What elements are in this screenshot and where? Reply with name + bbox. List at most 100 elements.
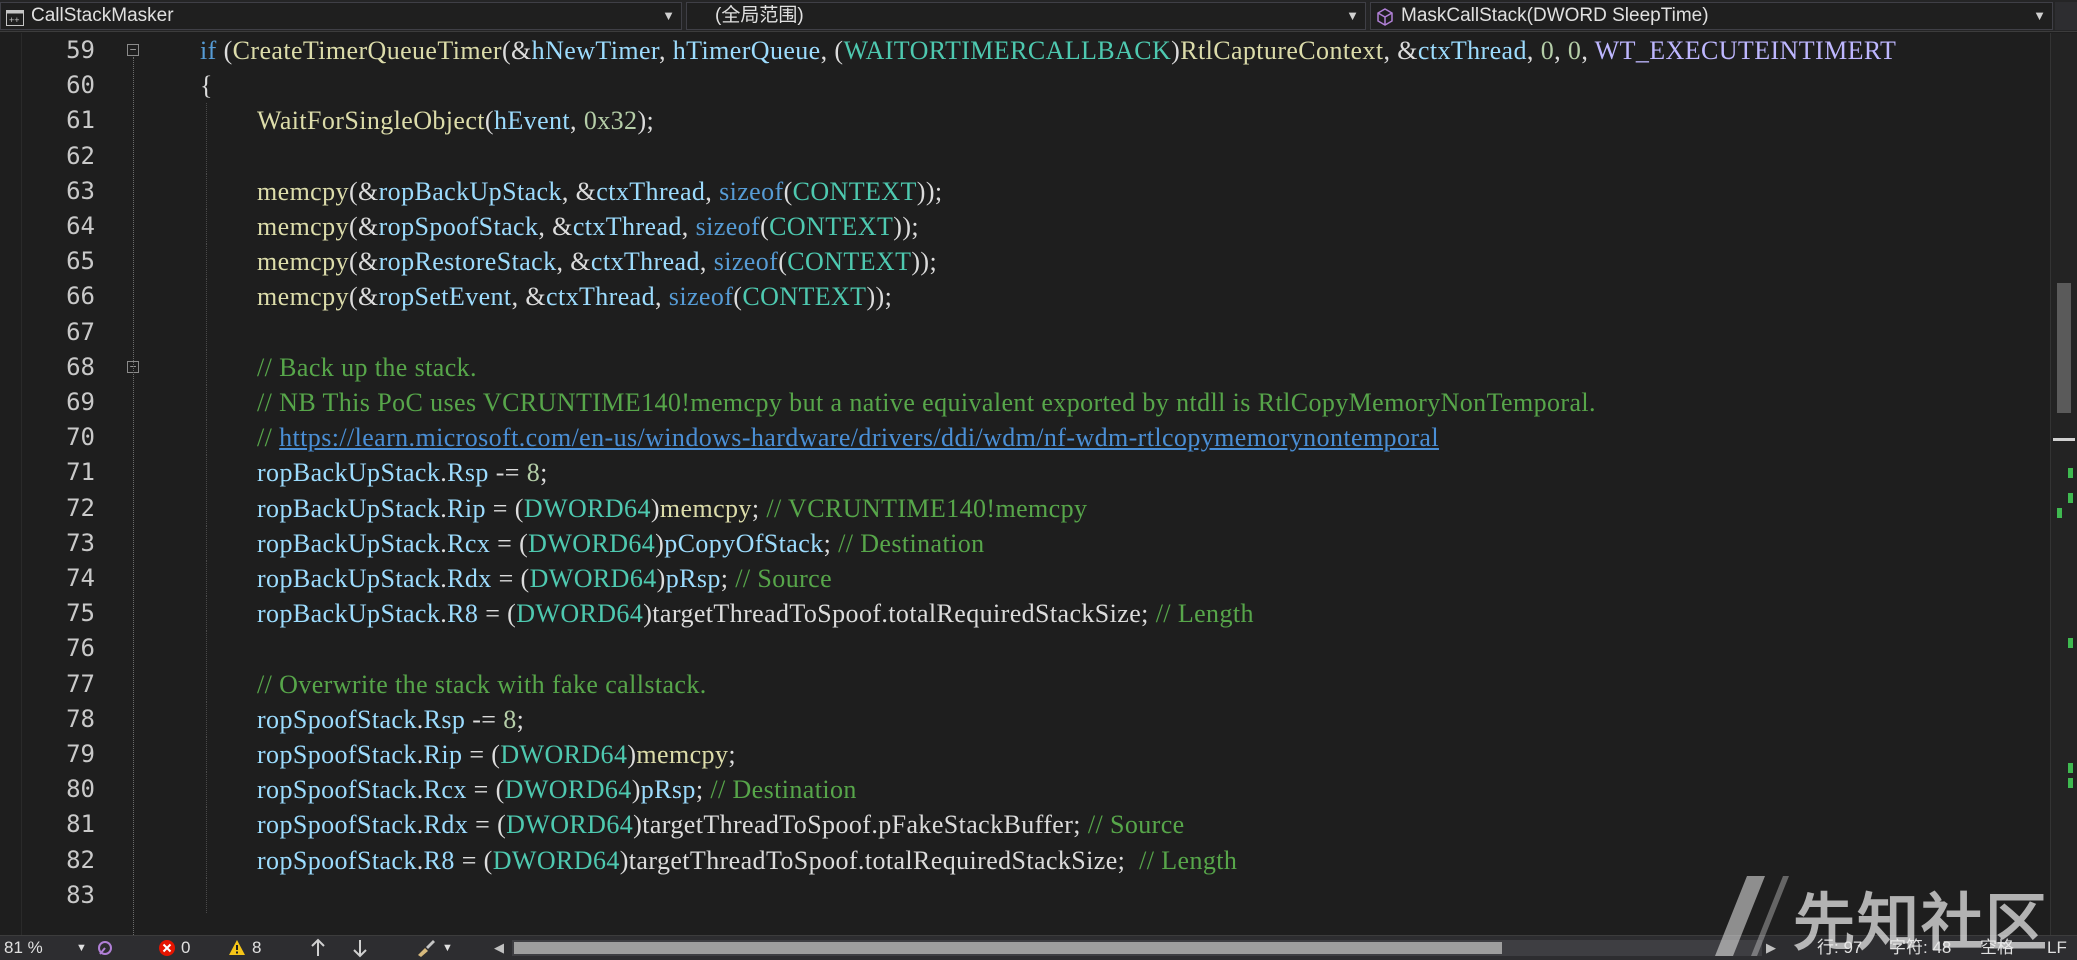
code-line[interactable]: 78 ropSpoofStack.Rsp -= 8;: [0, 701, 2050, 737]
line-number: 82: [66, 845, 95, 874]
indent-guide: [206, 103, 207, 139]
whitespace-indicator[interactable]: 空格: [1980, 936, 2014, 960]
line-number: 73: [66, 528, 95, 557]
chevron-down-icon: ▼: [662, 8, 675, 23]
chevron-down-icon[interactable]: ▼: [442, 936, 453, 960]
code-text: ropBackUpStack.Rip = (DWORD64)memcpy; //…: [257, 491, 1087, 526]
line-indicator[interactable]: 行: 97: [1817, 936, 1862, 960]
code-token: WAITORTIMERCALLBACK: [843, 36, 1172, 65]
code-text: memcpy(&ropSetEvent, &ctxThread, sizeof(…: [257, 279, 892, 314]
line-number: 68: [66, 352, 95, 381]
code-line[interactable]: 69 // NB This PoC uses VCRUNTIME140!memcp…: [0, 385, 2050, 420]
eol-indicator[interactable]: LF: [2047, 936, 2067, 960]
code-token: CONTEXT: [742, 282, 867, 312]
zoom-level[interactable]: 81 %: [4, 936, 43, 960]
code-line[interactable]: 64 memcpy(&ropSpoofStack, &ctxThread, siz…: [0, 209, 2050, 244]
code-line[interactable]: 79 ropSpoofStack.Rip = (DWORD64)memcpy;: [0, 737, 2050, 772]
error-count[interactable]: 0: [181, 936, 190, 960]
split-button[interactable]: [2055, 2, 2077, 30]
svg-text:++: ++: [9, 15, 20, 25]
brush-icon[interactable]: [415, 936, 437, 960]
arrow-down-icon[interactable]: [352, 936, 368, 960]
line-number: 62: [66, 141, 95, 170]
code-line[interactable]: 61 WaitForSingleObject(hEvent, 0x32);: [0, 103, 2050, 139]
code-token: )targetThreadToSpoof.totalRequiredStackS…: [619, 845, 1140, 875]
code-token: .: [416, 775, 424, 805]
chevron-left-icon[interactable]: ◀: [494, 936, 504, 960]
code-token: sizeof: [695, 212, 761, 241]
indent-guide: [206, 209, 207, 244]
line-number: 74: [66, 564, 95, 592]
code-token: sizeof: [719, 176, 784, 206]
code-text: // NB This PoC uses VCRUNTIME140!memcpy …: [257, 385, 1596, 420]
chevron-right-icon[interactable]: ▶: [1766, 936, 1776, 960]
code-token: DWORD64: [506, 810, 634, 840]
intellicode-icon[interactable]: [95, 936, 115, 960]
code-line[interactable]: 67: [0, 314, 2050, 350]
chevron-down-icon[interactable]: ▼: [76, 936, 87, 960]
code-line[interactable]: 72 ropBackUpStack.Rip = (DWORD64)memcpy; …: [0, 490, 2050, 526]
code-text: WaitForSingleObject(hEvent, 0x32);: [257, 103, 654, 138]
code-line[interactable]: 77 // Overwrite the stack with fake calls…: [0, 666, 2050, 702]
indent-guide: [206, 349, 207, 385]
code-token: ;: [720, 564, 736, 593]
indent-guide: [206, 490, 207, 526]
code-line[interactable]: 75 ropBackUpStack.R8 = (DWORD64)targetThr…: [0, 596, 2050, 632]
warning-icon[interactable]: [228, 936, 246, 960]
code-line[interactable]: 63 memcpy(&ropBackUpStack, &ctxThread, si…: [0, 173, 2050, 209]
code-token: );: [637, 106, 655, 136]
code-line[interactable]: 70 // https://learn.microsoft.com/en-us/w…: [0, 420, 2050, 456]
line-number: 78: [66, 704, 95, 733]
project-name: CallStackMasker: [31, 5, 174, 26]
code-line[interactable]: 83: [0, 877, 2050, 913]
warning-count[interactable]: 8: [252, 936, 261, 960]
code-text: ropBackUpStack.Rsp -= 8;: [257, 455, 548, 490]
code-text: memcpy(&ropRestoreStack, &ctxThread, siz…: [257, 244, 937, 279]
indent-guide: [206, 807, 207, 843]
error-icon[interactable]: [158, 936, 176, 960]
code-token: // Source: [1087, 810, 1185, 840]
vertical-scrollbar[interactable]: [2050, 33, 2077, 935]
collapse-icon[interactable]: −: [127, 44, 139, 56]
scrollbar-thumb[interactable]: [514, 942, 1502, 954]
horizontal-scrollbar[interactable]: [512, 940, 1762, 956]
code-line[interactable]: 82 ropSpoofStack.R8 = (DWORD64)targetThre…: [0, 842, 2050, 878]
code-token: , &: [1383, 36, 1418, 65]
code-line[interactable]: 62: [0, 138, 2050, 174]
code-line[interactable]: 73 ropBackUpStack.Rcx = (DWORD64)pCopyOfS…: [0, 525, 2050, 561]
scope-dropdown[interactable]: (全局范围) ▼: [686, 2, 1366, 30]
outline-connector: [133, 57, 134, 935]
code-line[interactable]: 76: [0, 631, 2050, 667]
function-dropdown[interactable]: MaskCallStack(DWORD SleepTime) ▼: [1370, 2, 2053, 30]
code-token: ;: [516, 704, 525, 734]
code-token: ropSpoofStack: [257, 845, 417, 875]
indent-guide: [206, 314, 207, 350]
code-line[interactable]: 81 ropSpoofStack.Rdx = (DWORD64)targetThr…: [0, 807, 2050, 843]
change-marker: [2068, 468, 2073, 478]
code-token: ): [1171, 36, 1181, 65]
method-cube-icon: [1376, 8, 1394, 26]
code-editor[interactable]: 59− if (CreateTimerQueueTimer(&hNewTimer,…: [0, 33, 2077, 935]
code-token: memcpy: [636, 740, 729, 769]
code-token: memcpy: [257, 176, 349, 206]
project-dropdown[interactable]: ++ CallStackMasker ▼: [0, 2, 682, 30]
code-line[interactable]: 65 memcpy(&ropRestoreStack, &ctxThread, s…: [0, 244, 2050, 280]
scrollbar-thumb[interactable]: [2057, 283, 2071, 413]
code-token: ropSpoofStack: [378, 212, 539, 241]
code-token[interactable]: https://learn.microsoft.com/en-us/window…: [279, 423, 1439, 452]
code-line[interactable]: 74 ropBackUpStack.Rdx = (DWORD64)pRsp; //…: [0, 561, 2050, 596]
code-token: sizeof: [668, 282, 734, 312]
code-line[interactable]: 68−// Back up the stack.: [0, 349, 2050, 385]
code-line[interactable]: 71 ropBackUpStack.Rsp -= 8;: [0, 455, 2050, 491]
code-token: (: [733, 282, 743, 312]
char-indicator[interactable]: 字符: 48: [1889, 936, 1951, 960]
indent-guide: [206, 138, 207, 174]
code-line[interactable]: 60 {: [0, 68, 2050, 103]
code-token: (&: [348, 176, 379, 206]
code-token: ,: [699, 247, 714, 277]
code-line[interactable]: 66 memcpy(&ropSetEvent, &ctxThread, sizeo…: [0, 279, 2050, 315]
code-line[interactable]: 80 ropSpoofStack.Rcx = (DWORD64)pRsp; // …: [0, 772, 2050, 808]
line-number: 79: [66, 740, 95, 768]
code-token: DWORD64: [504, 775, 632, 805]
arrow-up-icon[interactable]: [310, 936, 326, 960]
